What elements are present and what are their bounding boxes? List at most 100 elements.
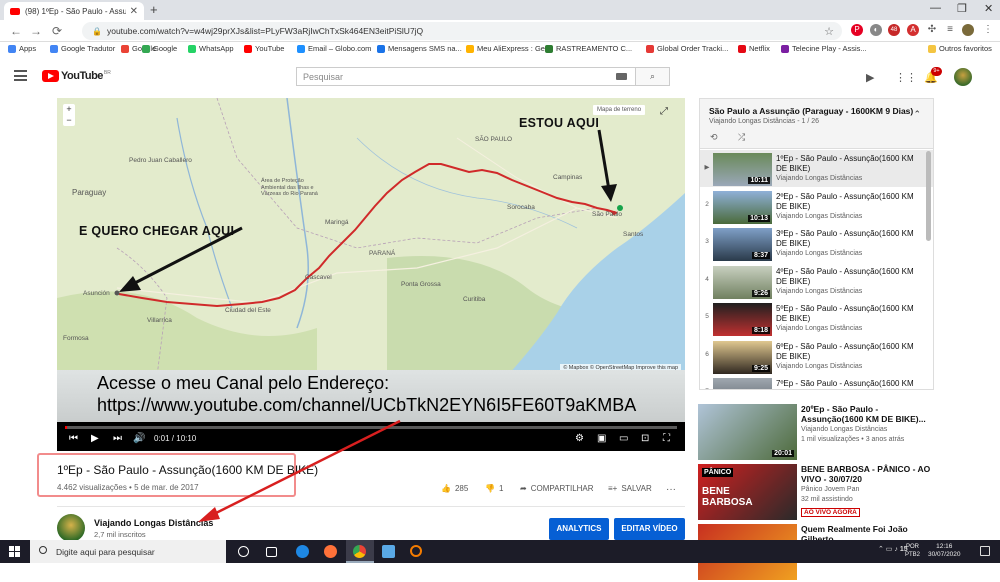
puzzle-extensions-icon[interactable]: ✣ bbox=[926, 24, 938, 36]
create-video-icon[interactable]: ▶ bbox=[866, 71, 874, 84]
system-tray[interactable]: ⌃ ▭ ♪ 15 bbox=[878, 545, 908, 553]
account-avatar[interactable] bbox=[954, 68, 972, 86]
playlist-item[interactable]: 4 9:26 4ºEp - São Paulo - Assunção(1600 KM… bbox=[700, 263, 933, 300]
cortana-icon[interactable] bbox=[238, 546, 249, 557]
bookmark-item[interactable]: Mensagens SMS na... bbox=[377, 44, 462, 53]
bookmark-item[interactable]: Global Order Tracki... bbox=[646, 44, 728, 53]
playlist-thumbnail[interactable]: 8:37 bbox=[713, 228, 772, 261]
share-button[interactable]: ➦ COMPARTILHAR bbox=[520, 484, 594, 493]
bookmark-item[interactable]: Netflix bbox=[738, 44, 770, 53]
playlist-scrollbar[interactable] bbox=[926, 151, 931, 241]
playlist-thumbnail[interactable] bbox=[713, 378, 772, 389]
playlist-item[interactable]: 5 8:18 5ºEp - São Paulo - Assunção(1600 KM… bbox=[700, 300, 933, 337]
playlist-thumbnail[interactable]: 8:18 bbox=[713, 303, 772, 336]
playlist-item-title[interactable]: 2ºEp - São Paulo - Assunção(1600 KM DE B… bbox=[776, 192, 926, 212]
recommendation-item[interactable]: 20:01 20ºEp - São Paulo - Assunção(1600 K… bbox=[698, 404, 998, 462]
task-view-icon[interactable] bbox=[266, 547, 277, 557]
browser-tab-active[interactable]: (98) 1ºEp - São Paulo - Assunção ✕ bbox=[4, 2, 144, 20]
adblock-extension-icon[interactable]: A bbox=[907, 24, 919, 36]
app-bird-icon[interactable] bbox=[382, 545, 395, 558]
playlist-item-title[interactable]: 7ºEp - São Paulo - Assunção(1600 KM DE B… bbox=[776, 379, 926, 389]
windows-start-icon[interactable] bbox=[9, 546, 20, 557]
tab-close-icon[interactable]: ✕ bbox=[130, 6, 138, 17]
reload-icon[interactable]: ⟳ bbox=[52, 24, 62, 38]
app-orange-icon[interactable] bbox=[410, 545, 422, 557]
playlist-thumbnail[interactable]: 10:11 bbox=[713, 153, 772, 186]
playlist-item-title[interactable]: 5ºEp - São Paulo - Assunção(1600 KM DE B… bbox=[776, 304, 926, 324]
taskbar-search-input[interactable]: Digite aqui para pesquisar bbox=[30, 540, 226, 563]
map-zoom-control[interactable]: + − bbox=[63, 104, 75, 126]
bookmark-item[interactable]: RASTREAMENTO C... bbox=[545, 44, 632, 53]
playlist-item[interactable]: ▶ 10:11 1ºEp - São Paulo - Assunção(1600 K… bbox=[700, 150, 933, 187]
chrome-menu-icon[interactable]: ⋮ bbox=[982, 24, 994, 36]
playlist-item[interactable]: 6 9:25 6ºEp - São Paulo - Assunção(1600 KM… bbox=[700, 338, 933, 375]
more-actions-button[interactable]: ··· bbox=[666, 484, 676, 495]
profile-avatar-icon[interactable] bbox=[962, 24, 974, 36]
playlist-item-title[interactable]: 3ºEp - São Paulo - Assunção(1600 KM DE B… bbox=[776, 229, 926, 249]
clock[interactable]: 12:16 30/07/2020 bbox=[928, 543, 961, 559]
bookmark-item[interactable]: Meu AliExpress : Ge... bbox=[466, 44, 551, 53]
close-window-button[interactable]: ✕ bbox=[984, 2, 993, 15]
playlist-item-title[interactable]: 1ºEp - São Paulo - Assunção(1600 KM DE B… bbox=[776, 154, 926, 174]
address-bar[interactable]: 🔒 youtube.com/watch?v=w4wj29prXJs&list=P… bbox=[82, 22, 842, 40]
dislike-button[interactable]: 👎 1 bbox=[485, 484, 503, 493]
analytics-button[interactable]: ANALYTICS bbox=[549, 518, 609, 540]
keyboard-icon[interactable] bbox=[616, 73, 627, 80]
playlist-thumbnail[interactable]: 9:25 bbox=[713, 340, 772, 374]
bookmark-item[interactable]: Telecine Play - Assis... bbox=[781, 44, 867, 53]
recommendation-thumbnail[interactable]: PÂNICO BENE BARBOSA bbox=[698, 464, 797, 520]
recommendation-thumbnail[interactable]: 20:01 bbox=[698, 404, 797, 460]
next-icon[interactable]: ⏭ bbox=[113, 433, 122, 444]
cast-icon[interactable]: ⊡ bbox=[641, 433, 649, 444]
bookmark-item[interactable]: WhatsApp bbox=[188, 44, 234, 53]
play-icon[interactable]: ▶ bbox=[91, 433, 99, 444]
fullscreen-map-icon[interactable]: ⤢ bbox=[660, 106, 668, 117]
chevron-up-icon[interactable]: ⌃ bbox=[913, 109, 921, 120]
playlist-item[interactable]: 2 10:13 2ºEp - São Paulo - Assunção(1600 K… bbox=[700, 188, 933, 225]
bookmark-item[interactable]: Apps bbox=[8, 44, 36, 53]
playlist-thumbnail[interactable]: 9:26 bbox=[713, 265, 772, 299]
recommendation-channel[interactable]: Viajando Longas Distâncias bbox=[801, 426, 887, 433]
recommendation-title[interactable]: 20ºEp - São Paulo - Assunção(1600 KM DE … bbox=[801, 404, 931, 424]
recommendation-item[interactable]: PÂNICO BENE BARBOSA BENE BARBOSA - PÂNICO … bbox=[698, 464, 998, 522]
forward-arrow-icon[interactable]: → bbox=[30, 24, 42, 38]
bookmark-item[interactable]: Google bbox=[142, 44, 177, 53]
like-button[interactable]: 👍 285 bbox=[441, 484, 468, 493]
miniplayer-icon[interactable]: ▣ bbox=[597, 433, 606, 444]
minimize-button[interactable]: — bbox=[930, 2, 941, 14]
search-input[interactable]: Pesquisar bbox=[296, 67, 636, 86]
theater-mode-icon[interactable]: ▭ bbox=[619, 433, 628, 444]
playlist-item-title[interactable]: 6ºEp - São Paulo - Assunção(1600 KM DE B… bbox=[776, 342, 926, 362]
loop-icon[interactable]: ⟲ bbox=[710, 132, 718, 143]
playlist-item-title[interactable]: 4ºEp - São Paulo - Assunção(1600 KM DE B… bbox=[776, 267, 926, 287]
save-button[interactable]: ≡+ SALVAR bbox=[608, 484, 652, 493]
edge-icon[interactable] bbox=[296, 545, 309, 558]
action-center-icon[interactable] bbox=[980, 546, 990, 556]
firefox-icon[interactable] bbox=[324, 545, 337, 558]
channel-avatar[interactable] bbox=[57, 514, 85, 542]
extension-badge-icon[interactable]: 48 bbox=[888, 24, 900, 36]
recommendation-title[interactable]: BENE BARBOSA - PÂNICO - AO VIVO - 30/07/… bbox=[801, 464, 931, 484]
bookmark-item[interactable]: YouTube bbox=[244, 44, 284, 53]
map-type-select[interactable]: Mapa de terreno bbox=[593, 105, 646, 115]
other-bookmarks[interactable]: Outros favoritos bbox=[928, 44, 992, 53]
bookmark-item[interactable]: Google Tradutor bbox=[50, 44, 115, 53]
pinterest-extension-icon[interactable]: P bbox=[851, 24, 863, 36]
new-tab-button[interactable]: + bbox=[150, 2, 158, 17]
progress-bar[interactable] bbox=[65, 426, 677, 429]
video-player[interactable]: + − Mapa de terreno ⤢ Paraguay Asunción V… bbox=[57, 98, 685, 451]
youtube-logo[interactable]: YouTube BR bbox=[42, 70, 111, 82]
previous-icon[interactable]: ⏮ bbox=[69, 433, 78, 444]
edit-video-button[interactable]: EDITAR VÍDEO bbox=[614, 518, 685, 540]
shuffle-icon[interactable]: ⤮ bbox=[738, 132, 745, 143]
apps-grid-icon[interactable]: ⋮⋮ bbox=[895, 71, 917, 84]
search-button[interactable]: ⌕ bbox=[636, 67, 670, 86]
channel-name[interactable]: Viajando Longas Distâncias bbox=[94, 518, 213, 528]
fullscreen-icon[interactable]: ⛶ bbox=[663, 433, 670, 444]
playlist-item[interactable]: 3 8:37 3ºEp - São Paulo - Assunção(1600 KM… bbox=[700, 225, 933, 262]
taskbar-chrome-active[interactable] bbox=[346, 540, 374, 563]
extension-icon[interactable]: ◐ bbox=[870, 24, 882, 36]
recommendation-channel[interactable]: Pânico Jovem Pan bbox=[801, 486, 859, 493]
settings-gear-icon[interactable]: ⚙ bbox=[575, 433, 584, 444]
maximize-button[interactable]: ❐ bbox=[957, 2, 967, 15]
